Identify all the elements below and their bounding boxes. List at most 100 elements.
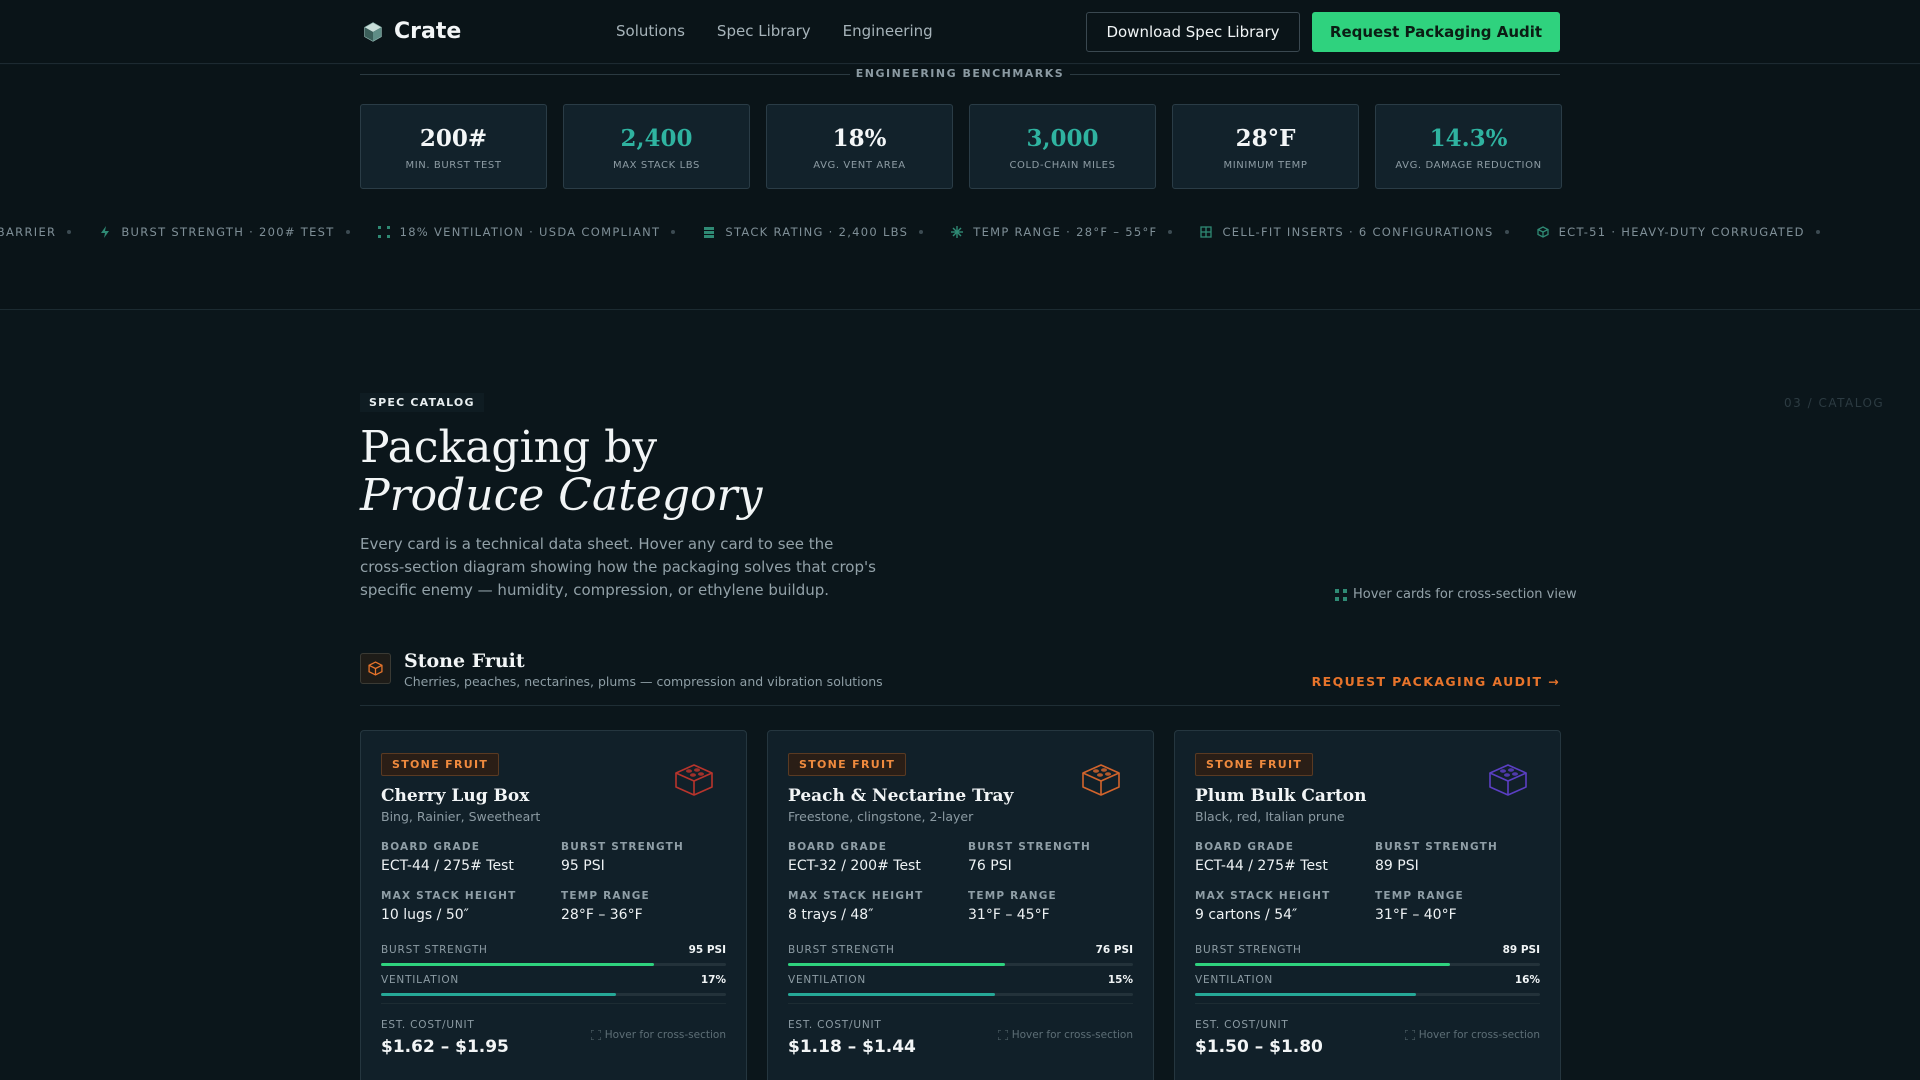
section-eyebrow: SPEC CATALOG [360,393,484,412]
spec-value: 76 PSI [968,858,1012,874]
ventilation-bar: VENTILATION 16% [1195,974,1540,996]
bar-fill [381,963,654,966]
spec-board-grade: BOARD GRADE ECT-32 / 200# Test [788,841,921,874]
spec-value: ECT-44 / 275# Test [381,858,514,874]
card-subtitle: Bing, Rainier, Sweetheart [381,809,541,824]
ticker-separator [1815,230,1820,234]
spec-board-grade: BOARD GRADE ECT-44 / 275# Test [1195,841,1328,874]
spec-label: BOARD GRADE [1195,841,1295,853]
benchmark-label: MIN. BURST TEST [405,160,502,171]
product-card[interactable]: STONE FRUIT Peach & Nectarine Tray Frees… [767,730,1154,1080]
ticker-text: CELL-FIT INSERTS · 6 CONFIGURATIONS [1222,225,1494,239]
benchmark-card: 14.3% AVG. DAMAGE REDUCTION [1375,104,1562,189]
spec-max-stack: MAX STACK HEIGHT 9 cartons / 54″ [1195,890,1331,923]
bar-track [1195,963,1540,966]
snowflake-icon [951,226,964,238]
expand-icon [1404,1030,1415,1040]
cost-value: $1.18 – $1.44 [788,1037,916,1057]
bar-label: VENTILATION [381,974,460,986]
spec-board-grade: BOARD GRADE ECT-44 / 275# Test [381,841,514,874]
spec-value: ECT-32 / 200# Test [788,858,921,874]
spec-burst-strength: BURST STRENGTH 95 PSI [561,841,684,874]
benchmarks-header: ENGINEERING BENCHMARKS [360,67,1560,87]
ticker-separator [67,230,72,234]
spec-burst-strength: BURST STRENGTH 76 PSI [968,841,1091,874]
ventilation-bar: VENTILATION 15% [788,974,1133,996]
divider [788,1003,1133,1004]
nav-link-spec-library[interactable]: Spec Library [717,22,811,40]
bar-track [788,993,1133,996]
ticker-separator [1504,230,1509,234]
ticker-text: TEMP RANGE · 28°F – 55°F [973,225,1158,239]
ticker-item: STACK RATING · 2,400 LBS [703,225,908,239]
ticker-separator [671,230,676,234]
ticker-item: TEMP RANGE · 28°F – 55°F [951,225,1157,239]
section-number: 03 / CATALOG [1784,396,1885,410]
card-subtitle: Freestone, clingstone, 2-layer [788,809,974,824]
bar-fill [381,993,616,996]
benchmark-card: 28°F MINIMUM TEMP [1172,104,1359,189]
benchmark-value: 14.3% [1429,125,1508,152]
bar-label: BURST STRENGTH [381,944,488,956]
burst-strength-bar: BURST STRENGTH 76 PSI [788,944,1133,966]
bar-label: VENTILATION [788,974,867,986]
product-card[interactable]: STONE FRUIT Cherry Lug Box Bing, Rainier… [360,730,747,1080]
produce-box-icon [1489,764,1527,796]
benchmark-value: 3,000 [1026,125,1099,152]
request-audit-button[interactable]: Request Packaging Audit [1312,12,1560,52]
ticker-text: STACK RATING · 2,400 LBS [725,225,909,239]
box-icon [368,661,383,676]
bar-fill [788,993,995,996]
benchmark-value: 28°F [1235,125,1296,152]
nav-link-engineering[interactable]: Engineering [843,22,933,40]
bar-track [788,963,1133,966]
benchmark-label: MINIMUM TEMP [1223,160,1308,171]
spec-value: 31°F – 40°F [1375,907,1457,923]
ticker-item: ECT-51 · HEAVY-DUTY CORRUGATED [1536,225,1805,239]
cost-label: EST. COST/UNIT [381,1019,475,1031]
burst-strength-bar: BURST STRENGTH 95 PSI [381,944,726,966]
product-cards: STONE FRUIT Cherry Lug Box Bing, Rainier… [360,730,1561,1080]
spec-temp-range: TEMP RANGE 31°F – 40°F [1375,890,1464,923]
benchmark-card: 200# MIN. BURST TEST [360,104,547,189]
spec-value: 10 lugs / 50″ [381,907,469,923]
benchmark-label: COLD-CHAIN MILES [1009,160,1116,171]
spec-value: 31°F – 45°F [968,907,1050,923]
category-audit-link[interactable]: REQUEST PACKAGING AUDIT → [1312,674,1560,689]
nav-link-solutions[interactable]: Solutions [616,22,685,40]
cross-section-hint: Hover for cross-section [590,1029,726,1041]
headline-line-2: Produce Category [360,470,763,521]
card-title: Peach & Nectarine Tray [788,786,1014,806]
bar-value: 76 PSI [1095,944,1133,956]
benchmark-label: MAX STACK LBS [613,160,700,171]
ticker-item: 18% VENTILATION · USDA COMPLIANT [377,225,661,239]
brand[interactable]: Crate [362,19,461,44]
spec-label: BOARD GRADE [788,841,888,853]
bar-fill [788,963,1006,966]
card-title: Plum Bulk Carton [1195,786,1367,806]
spec-value: ECT-44 / 275# Test [1195,858,1328,874]
headline-line-1: Packaging by [360,422,658,473]
benchmarks-section: ENGINEERING BENCHMARKS 200# MIN. BURST T… [0,65,1920,310]
vent-icon [377,226,390,238]
expand-icon [590,1030,601,1040]
ticker-item: BURST STRENGTH · 200# TEST [99,225,334,239]
divider [1070,74,1560,75]
produce-box-icon [1082,764,1120,796]
download-spec-library-button[interactable]: Download Spec Library [1086,12,1300,52]
cross-section-hint: Hover for cross-section [997,1029,1133,1041]
product-card[interactable]: STONE FRUIT Plum Bulk Carton Black, red,… [1174,730,1561,1080]
burst-strength-bar: BURST STRENGTH 89 PSI [1195,944,1540,966]
category-title: Stone Fruit [404,650,525,672]
spec-label: BURST STRENGTH [561,841,684,853]
hint-text: Hover for cross-section [1418,1029,1540,1041]
spec-value: 8 trays / 48″ [788,907,874,923]
ticker-text: ECT-51 · HEAVY-DUTY CORRUGATED [1558,225,1805,239]
bar-label: BURST STRENGTH [788,944,895,956]
cross-section-hint: Hover for cross-section [1404,1029,1540,1041]
bar-fill [1195,993,1416,996]
ticker-separator [919,230,924,234]
benchmark-value: 200# [419,125,488,152]
spec-burst-strength: BURST STRENGTH 89 PSI [1375,841,1498,874]
bar-track [381,963,726,966]
